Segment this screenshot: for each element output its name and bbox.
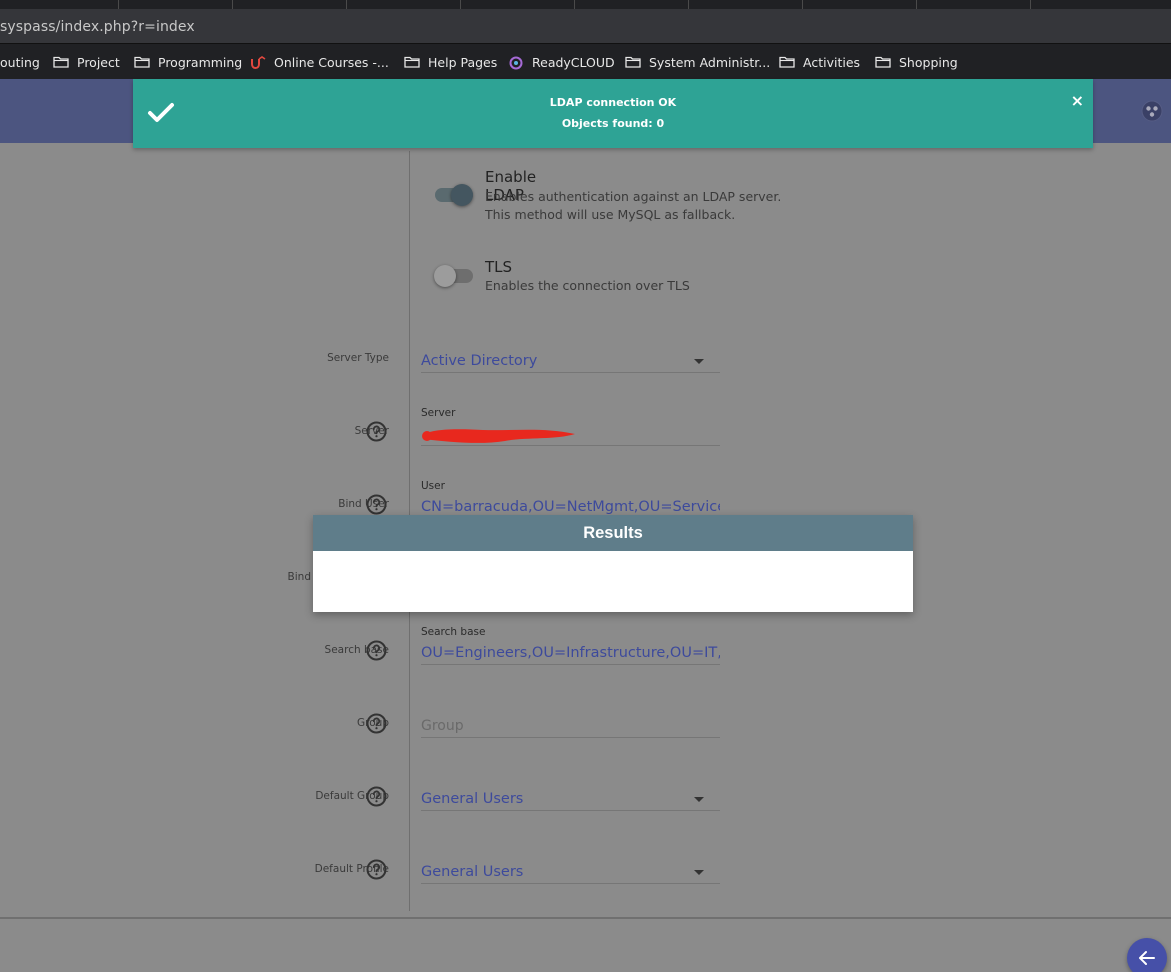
chevron-down-icon [694, 797, 704, 802]
tls-title: TLS [485, 258, 513, 276]
back-button[interactable] [1127, 938, 1167, 972]
bookmark-readycloud[interactable]: ReadyCLOUD [508, 53, 615, 71]
redaction-mark [421, 426, 577, 444]
bookmark-label: Help Pages [428, 54, 498, 70]
bookmark-label: Programming [158, 54, 243, 70]
notification-toast: LDAP connection OK Objects found: 0 × [133, 79, 1093, 148]
group-input[interactable]: Group [421, 708, 720, 738]
udemy-icon [250, 56, 266, 70]
help-icon[interactable] [366, 786, 387, 807]
url-text[interactable]: syspass/index.php?r=index [0, 19, 195, 35]
enable-ldap-desc-1: Enables authentication against an LDAP s… [485, 189, 782, 204]
bookmark-help-pages[interactable]: Help Pages [404, 53, 497, 71]
dialog-title: Results [313, 515, 913, 551]
address-bar[interactable]: syspass/index.php?r=index [0, 9, 1171, 43]
readycloud-icon [508, 56, 524, 70]
tab-divider [916, 0, 917, 9]
bind-pass-label: Bind [287, 571, 311, 583]
bookmark-label: ReadyCLOUD [532, 54, 615, 70]
folder-icon [134, 56, 150, 68]
chevron-down-icon [694, 870, 704, 875]
bookmarks-bar: outing Project Programming Online Course… [0, 43, 1171, 79]
close-icon[interactable]: × [1071, 91, 1084, 110]
bookmark-label: Project [77, 54, 120, 70]
bookmark-programming[interactable]: Programming [134, 53, 242, 71]
bind-user-value: CN=barracuda,OU=NetMgmt,OU=Service [421, 499, 720, 515]
bookmark-outing[interactable]: outing [0, 53, 40, 71]
toggle-knob [451, 184, 473, 206]
bookmark-project[interactable]: Project [53, 53, 120, 71]
help-icon[interactable] [366, 713, 387, 734]
search-base-input[interactable]: Search base OU=Engineers,OU=Infrastructu… [421, 626, 720, 665]
folder-icon [875, 56, 891, 68]
bookmark-label: Shopping [899, 54, 958, 70]
notification-detail: Objects found: 0 [561, 117, 665, 130]
server-input[interactable]: Server [421, 407, 720, 446]
enable-ldap-desc-2: This method will use MySQL as fallback. [485, 207, 736, 222]
search-base-float-label: Search base [421, 626, 486, 638]
tab-divider [574, 0, 575, 9]
browser-tab-strip [0, 0, 1171, 9]
help-icon[interactable] [366, 859, 387, 880]
bookmark-label: Online Courses -... [274, 54, 389, 70]
notification-title: LDAP connection OK [549, 96, 677, 109]
tab-divider [346, 0, 347, 9]
bind-user-float-label: User [421, 480, 445, 492]
enable-ldap-toggle[interactable] [435, 184, 473, 206]
bookmark-label: Activities [803, 54, 861, 70]
bookmark-online-courses[interactable]: Online Courses -... [250, 53, 389, 71]
tab-divider [1030, 0, 1031, 9]
folder-icon [625, 56, 641, 68]
tab-divider [460, 0, 461, 9]
group-placeholder: Group [421, 718, 464, 734]
bookmark-activities[interactable]: Activities [779, 53, 860, 71]
folder-icon [53, 56, 69, 68]
tls-desc: Enables the connection over TLS [485, 278, 690, 293]
search-base-value: OU=Engineers,OU=Infrastructure,OU=IT,OU [421, 645, 720, 661]
results-dialog: Results [313, 515, 913, 612]
server-type-select[interactable]: Active Directory [421, 343, 720, 373]
user-menu-icon[interactable] [1141, 100, 1163, 122]
toggle-knob [434, 265, 456, 287]
chevron-down-icon [694, 359, 704, 364]
help-icon[interactable] [366, 640, 387, 661]
tab-divider [688, 0, 689, 9]
bookmark-label: outing [0, 54, 40, 70]
default-group-select[interactable]: General Users [421, 781, 720, 811]
folder-icon [779, 56, 795, 68]
tab-divider [232, 0, 233, 9]
default-group-value: General Users [421, 791, 524, 807]
tls-toggle[interactable] [434, 265, 473, 287]
folder-icon [404, 56, 420, 68]
server-type-label: Server Type [327, 352, 389, 364]
server-type-value: Active Directory [421, 353, 538, 369]
tab-divider [118, 0, 119, 9]
server-float-label: Server [421, 407, 456, 419]
default-profile-select[interactable]: General Users [421, 854, 720, 884]
tab-divider [802, 0, 803, 9]
help-icon[interactable] [366, 421, 387, 442]
default-profile-value: General Users [421, 864, 524, 880]
bookmark-shopping[interactable]: Shopping [875, 53, 958, 71]
bookmark-system-administration[interactable]: System Administr... [625, 53, 770, 71]
help-icon[interactable] [366, 494, 387, 515]
bookmark-label: System Administr... [649, 54, 771, 70]
page-footer [0, 919, 1171, 972]
